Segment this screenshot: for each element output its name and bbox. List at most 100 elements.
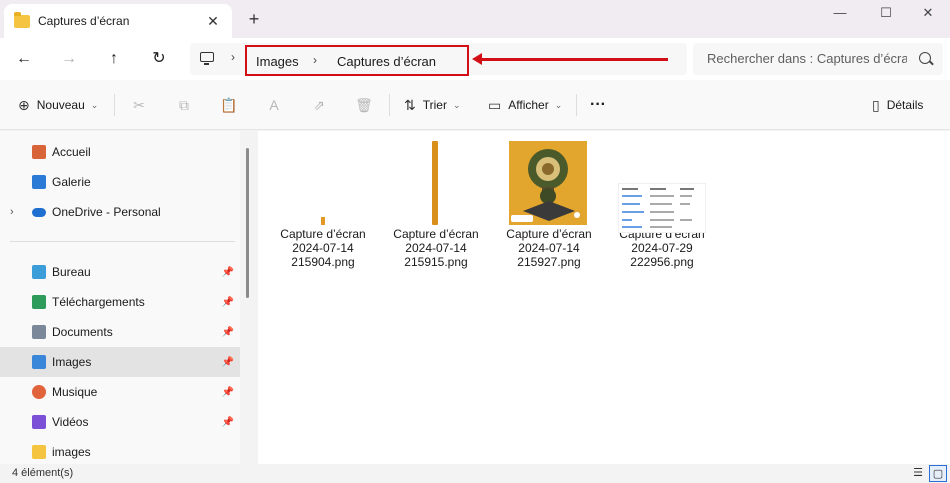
chevron-down-icon: ⌄ xyxy=(452,99,461,110)
details-button[interactable]: ▯ Détails xyxy=(872,93,923,117)
sidebar-item-documents[interactable]: Documents 📌 xyxy=(0,317,240,347)
view-label: Afficher xyxy=(508,98,549,112)
videos-icon xyxy=(32,415,46,429)
sidebar-item-label: images xyxy=(52,445,91,459)
more-options-button[interactable]: ··· xyxy=(590,93,606,117)
file-item[interactable]: Capture d’écran 2024-07-14 215915.png xyxy=(381,139,491,279)
file-name-line: 222956.png xyxy=(630,255,694,269)
artwork-thumbnail xyxy=(509,141,587,225)
list-view-icon[interactable]: ☰ xyxy=(909,465,927,482)
chevron-down-icon: ⌄ xyxy=(90,99,99,110)
file-thumbnail xyxy=(381,139,491,227)
share-icon[interactable]: ⇗ xyxy=(309,95,329,115)
divider xyxy=(114,94,115,116)
chevron-right-icon[interactable]: › xyxy=(313,53,317,67)
file-item[interactable]: Capture d’écran 2024-07-14 215927.png xyxy=(494,139,604,279)
breadcrumb-images[interactable]: Images xyxy=(256,54,299,69)
sidebar-item-label: Musique xyxy=(52,385,98,399)
music-icon xyxy=(32,385,46,399)
file-name-line: 2024-07-14 xyxy=(405,241,467,255)
file-name-line: 215904.png xyxy=(291,255,355,269)
command-bar: ⊕ Nouveau ⌄ ✂ ⧉ 📋 A ⇗ 🗑 ⇅ Trier ⌄ ▭ Affi… xyxy=(0,80,950,130)
breadcrumb-captures[interactable]: Captures d’écran xyxy=(337,54,436,69)
file-name-line: 215927.png xyxy=(517,255,581,269)
breadcrumb-highlight: Images › Captures d’écran xyxy=(245,45,469,76)
plus-circle-icon: ⊕ xyxy=(18,96,30,113)
tab-title: Captures d’écran xyxy=(38,14,130,28)
download-icon xyxy=(32,295,46,309)
details-pane-icon: ▯ xyxy=(872,96,880,113)
search-input[interactable]: Rechercher dans : Captures d’écran xyxy=(693,43,943,75)
file-name-line: Capture d’écran xyxy=(393,227,479,241)
item-count: 4 élément(s) xyxy=(12,467,74,479)
view-icon: ▭ xyxy=(488,96,502,113)
pin-icon: 📌 xyxy=(221,326,234,338)
file-thumbnail xyxy=(607,139,717,233)
cloud-icon xyxy=(32,207,46,217)
sidebar-item-label: Galerie xyxy=(52,175,91,189)
table-thumbnail xyxy=(618,183,706,233)
rename-icon[interactable]: A xyxy=(264,95,284,115)
divider xyxy=(10,241,235,242)
gallery-icon xyxy=(32,175,46,189)
pin-icon: 📌 xyxy=(221,266,234,278)
file-name-line: Capture d’écran xyxy=(280,227,366,241)
maximize-button[interactable]: ☐ xyxy=(864,0,908,28)
sidebar-item-musique[interactable]: Musique 📌 xyxy=(0,377,240,407)
sidebar-scrollbar[interactable] xyxy=(246,148,249,298)
view-button[interactable]: ▭ Afficher ⌄ xyxy=(488,93,562,117)
up-button[interactable]: ↑ xyxy=(99,46,129,72)
details-label: Détails xyxy=(886,98,924,112)
sidebar-item-accueil[interactable]: Accueil xyxy=(0,137,240,167)
cut-icon[interactable]: ✂ xyxy=(129,95,149,115)
sidebar-item-images-folder[interactable]: images xyxy=(0,437,240,464)
sidebar-item-label: Téléchargements xyxy=(52,295,145,309)
sidebar-item-images[interactable]: Images 📌 xyxy=(0,347,240,377)
new-button[interactable]: ⊕ Nouveau ⌄ xyxy=(18,93,98,117)
title-bar: Captures d’écran ✕ + — ☐ ✕ xyxy=(0,0,950,38)
back-button[interactable]: ← xyxy=(9,46,39,72)
sidebar-item-telechargements[interactable]: Téléchargements 📌 xyxy=(0,287,240,317)
folder-icon xyxy=(14,11,30,28)
sort-button[interactable]: ⇅ Trier ⌄ xyxy=(404,93,461,117)
minimize-button[interactable]: — xyxy=(818,0,862,28)
file-name-line: 2024-07-14 xyxy=(292,241,354,255)
divider xyxy=(576,94,577,116)
search-icon[interactable] xyxy=(919,52,931,64)
paste-icon[interactable]: 📋 xyxy=(219,95,239,115)
close-tab-icon[interactable]: ✕ xyxy=(204,12,222,30)
refresh-button[interactable]: ↻ xyxy=(144,46,174,72)
tab-captures[interactable]: Captures d’écran ✕ xyxy=(4,4,232,38)
file-item[interactable]: Capture d’écran 2024-07-29 222956.png xyxy=(607,139,717,279)
this-pc-icon[interactable] xyxy=(200,52,214,65)
sidebar-item-label: Documents xyxy=(52,325,113,339)
sidebar-item-label: Vidéos xyxy=(52,415,89,429)
delete-icon[interactable]: 🗑 xyxy=(354,95,374,115)
sidebar-item-onedrive[interactable]: › OneDrive - Personal xyxy=(0,197,240,227)
file-view: Capture d’écran 2024-07-14 215904.png Ca… xyxy=(258,131,950,464)
copy-icon[interactable]: ⧉ xyxy=(174,95,194,115)
file-name-line: 2024-07-14 xyxy=(518,241,580,255)
forward-button[interactable]: → xyxy=(54,46,84,72)
chevron-right-icon[interactable]: › xyxy=(10,206,14,218)
sidebar-item-label: OneDrive - Personal xyxy=(52,205,161,219)
folder-icon xyxy=(32,445,46,459)
chevron-down-icon: ⌄ xyxy=(554,99,563,110)
new-tab-button[interactable]: + xyxy=(244,9,264,29)
tiles-view-icon[interactable]: ▢ xyxy=(929,465,947,482)
divider xyxy=(389,94,390,116)
file-item[interactable]: Capture d’écran 2024-07-14 215904.png xyxy=(268,139,378,279)
pin-icon: 📌 xyxy=(221,356,234,368)
annotation-arrow xyxy=(472,53,668,65)
new-label: Nouveau xyxy=(36,98,85,112)
sidebar-item-label: Accueil xyxy=(52,145,91,159)
sidebar-item-galerie[interactable]: Galerie xyxy=(0,167,240,197)
file-name-line: 215915.png xyxy=(404,255,468,269)
sidebar-item-bureau[interactable]: Bureau 📌 xyxy=(0,257,240,287)
chevron-right-icon[interactable]: › xyxy=(231,50,235,64)
home-icon xyxy=(32,145,46,159)
desktop-icon xyxy=(32,265,46,279)
close-window-button[interactable]: ✕ xyxy=(906,0,950,28)
sidebar-item-videos[interactable]: Vidéos 📌 xyxy=(0,407,240,437)
pin-icon: 📌 xyxy=(221,386,234,398)
